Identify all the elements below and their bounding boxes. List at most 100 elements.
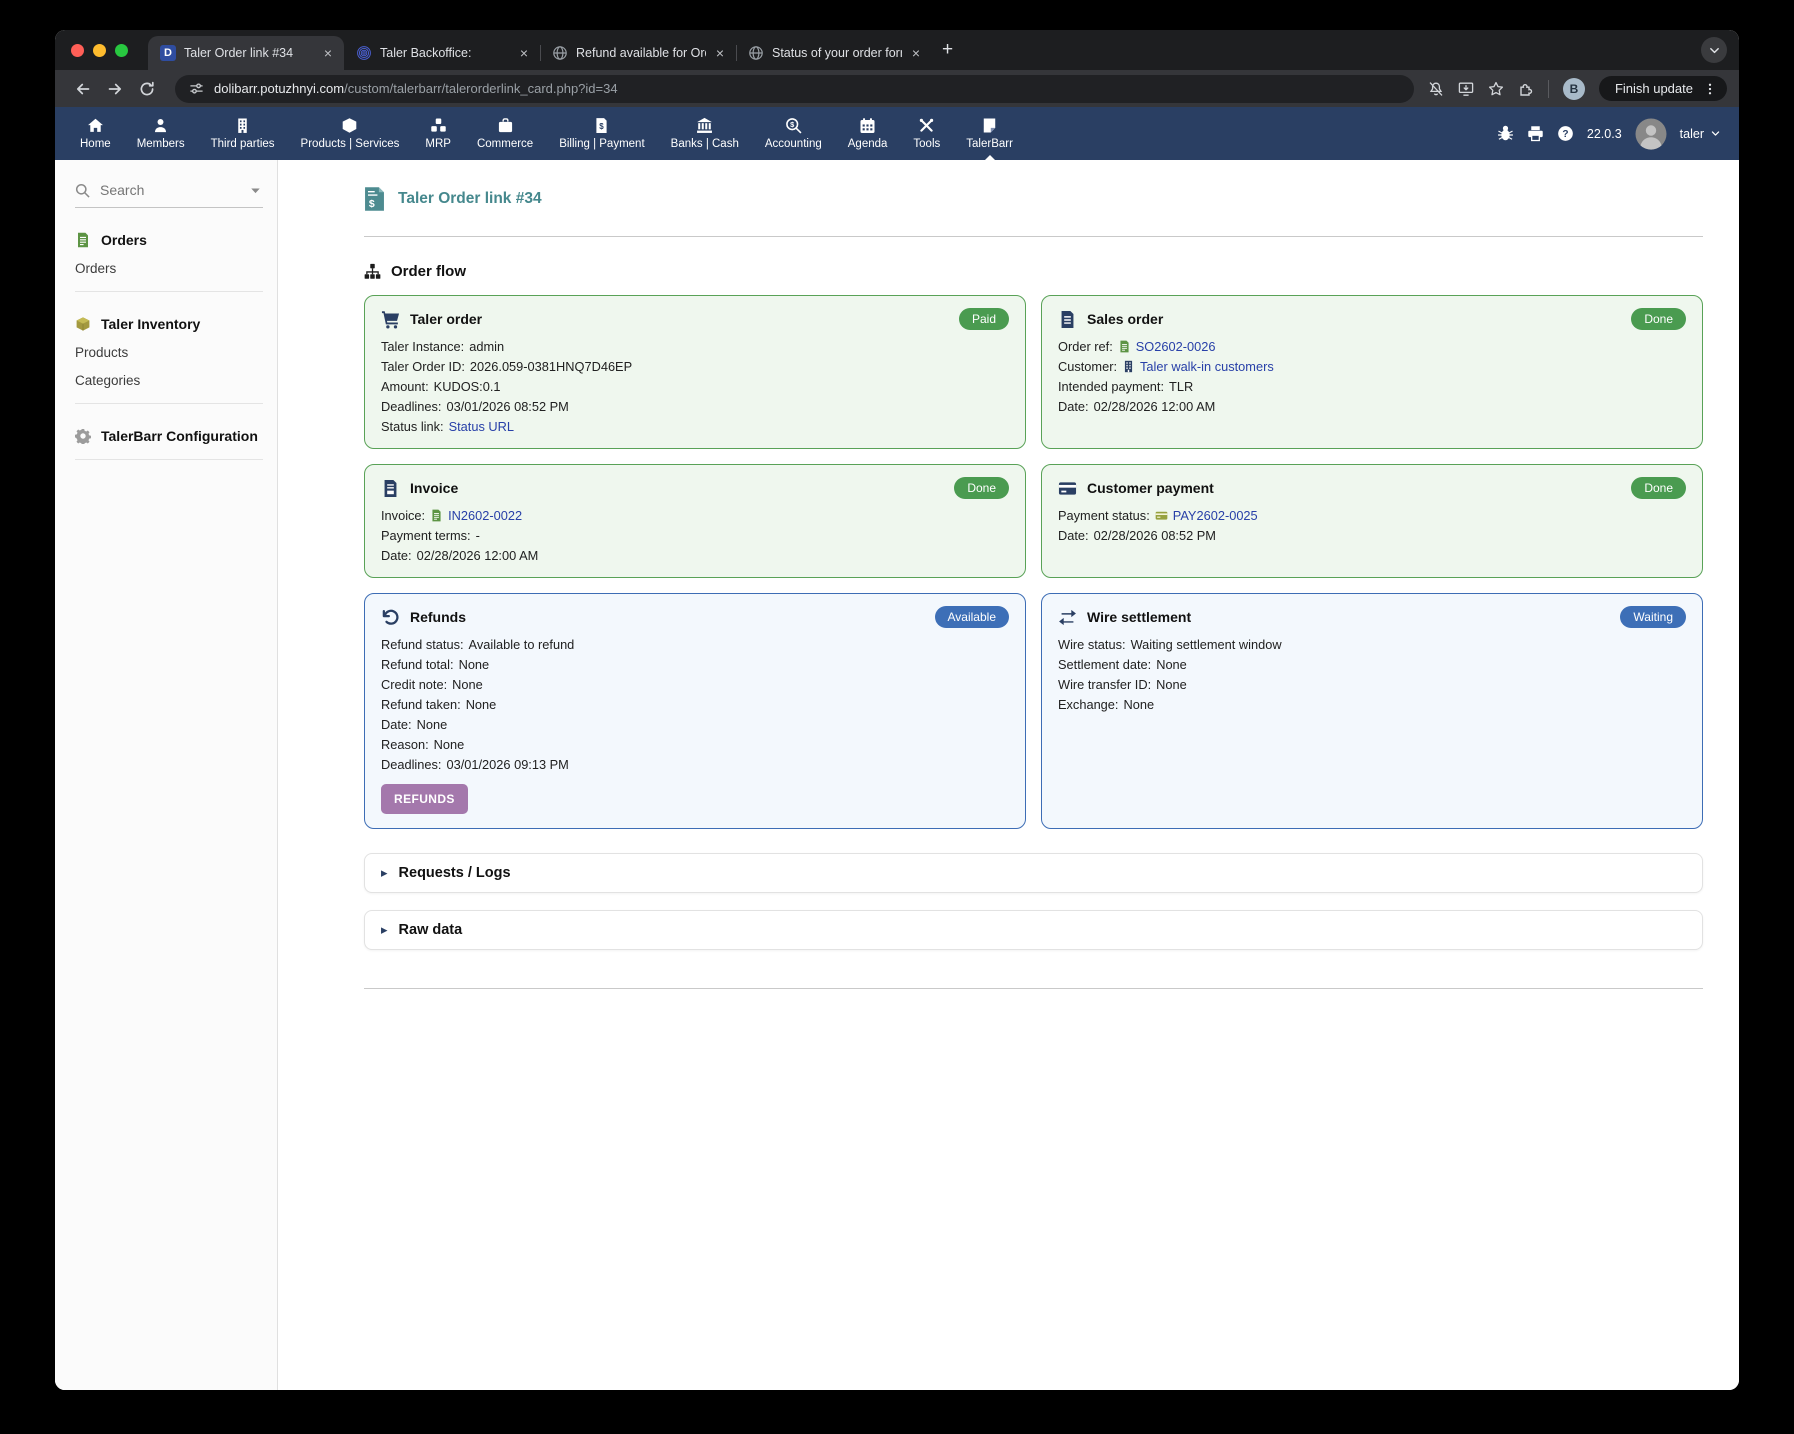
card-row: Reason: None xyxy=(381,737,1009,752)
caret-down-icon[interactable] xyxy=(248,183,263,198)
taler-favicon xyxy=(356,45,372,61)
row-value: KUDOS:0.1 xyxy=(433,379,501,394)
nav-item-tools[interactable]: Tools xyxy=(900,107,953,160)
bookmark-star-icon[interactable] xyxy=(1488,81,1504,97)
sidebar-item-products[interactable]: Products xyxy=(75,345,263,360)
profile-avatar[interactable]: B xyxy=(1562,77,1585,100)
browser-window: D Taler Order link #34 × Taler Backoffic… xyxy=(55,30,1739,1390)
help-icon[interactable]: ? xyxy=(1557,125,1574,142)
tab-close-icon[interactable]: × xyxy=(910,45,922,61)
notifications-blocked-icon[interactable] xyxy=(1428,81,1444,97)
install-app-icon[interactable] xyxy=(1458,81,1474,97)
tools-icon xyxy=(918,117,935,134)
card-row: Settlement date: None xyxy=(1058,657,1686,672)
nav-item-billing-payment[interactable]: $ Billing | Payment xyxy=(546,107,657,160)
row-label: Credit note: xyxy=(381,677,448,692)
link-taler-walk-in-customers[interactable]: Taler walk-in customers xyxy=(1140,359,1274,374)
divider xyxy=(75,403,263,404)
undo-icon xyxy=(381,608,400,627)
row-label: Date: xyxy=(381,717,412,732)
refunds-button[interactable]: REFUNDS xyxy=(381,784,468,814)
nav-item-mrp[interactable]: MRP xyxy=(412,107,464,160)
sidebar-item-orders[interactable]: Orders xyxy=(75,261,263,276)
link-pay2602-0025[interactable]: PAY2602-0025 xyxy=(1173,508,1258,523)
sidebar-section-talerbarr-configuration: TalerBarr Configuration xyxy=(75,428,263,460)
link-so2602-0026[interactable]: SO2602-0026 xyxy=(1136,339,1216,354)
card-row: Wire status: Waiting settlement window xyxy=(1058,637,1686,652)
triangle-right-icon: ▸ xyxy=(381,922,388,937)
row-value: TLR xyxy=(1169,379,1194,394)
row-value: 03/01/2026 08:52 PM xyxy=(446,399,569,414)
collapsible-requests-logs[interactable]: ▸ Requests / Logs xyxy=(364,853,1703,893)
nav-item-banks-cash[interactable]: Banks | Cash xyxy=(658,107,752,160)
dots-vertical-icon[interactable] xyxy=(1703,82,1717,96)
finish-update-button[interactable]: Finish update xyxy=(1598,76,1727,101)
minimize-button[interactable] xyxy=(93,43,106,57)
reload-button[interactable] xyxy=(133,75,161,103)
svg-text:$: $ xyxy=(369,198,375,210)
row-label: Refund total: xyxy=(381,657,454,672)
row-label: Settlement date: xyxy=(1058,657,1152,672)
cart-icon xyxy=(381,310,400,329)
link-in2602-0022[interactable]: IN2602-0022 xyxy=(448,508,522,523)
card-row: Payment status: PAY2602-0025 xyxy=(1058,508,1686,523)
nav-item-members[interactable]: Members xyxy=(124,107,198,160)
nav-menu: Home Members Third parties Products | Se… xyxy=(67,107,1026,160)
tab-refund-available-for-order-to[interactable]: Refund available for Order to × xyxy=(540,36,736,70)
card-row: Date: None xyxy=(381,717,1009,732)
nav-item-talerbarr[interactable]: TalerBarr xyxy=(953,107,1026,160)
nav-item-agenda[interactable]: Agenda xyxy=(835,107,901,160)
card-row: Payment terms: - xyxy=(381,528,1009,543)
row-label: Intended payment: xyxy=(1058,379,1165,394)
user-avatar[interactable] xyxy=(1635,118,1667,150)
row-label: Payment status: xyxy=(1058,508,1150,523)
close-button[interactable] xyxy=(71,43,84,57)
commerce-icon xyxy=(497,117,514,134)
forward-button[interactable] xyxy=(101,75,129,103)
tab-close-icon[interactable]: × xyxy=(714,45,726,61)
row-value: None xyxy=(1156,657,1187,672)
user-menu[interactable]: taler xyxy=(1680,127,1721,141)
tab-taler-order-link-34[interactable]: D Taler Order link #34 × xyxy=(148,36,344,70)
sidebar-section-orders: Orders Orders xyxy=(75,232,263,292)
link-status-url[interactable]: Status URL xyxy=(449,419,514,434)
maximize-button[interactable] xyxy=(115,43,128,57)
card-header: Sales order Done xyxy=(1058,308,1686,330)
tab-taler-backoffice[interactable]: Taler Backoffice: × xyxy=(344,36,540,70)
row-value: None xyxy=(433,737,465,752)
svg-text:$: $ xyxy=(790,120,795,129)
status-badge: Done xyxy=(1631,477,1686,499)
bug-icon[interactable] xyxy=(1497,125,1514,142)
nav-item-products-services[interactable]: Products | Services xyxy=(288,107,413,160)
row-label: Taler Order ID: xyxy=(381,359,465,374)
row-value: None xyxy=(416,717,448,732)
sidebar-item-categories[interactable]: Categories xyxy=(75,373,263,388)
row-label: Amount: xyxy=(381,379,429,394)
card-row: Date: 02/28/2026 08:52 PM xyxy=(1058,528,1686,543)
nav-item-commerce[interactable]: Commerce xyxy=(464,107,546,160)
tab-close-icon[interactable]: × xyxy=(322,45,334,61)
tab-search-button[interactable] xyxy=(1701,37,1727,63)
nav-item-third-parties[interactable]: Third parties xyxy=(198,107,288,160)
status-badge: Available xyxy=(934,606,1009,628)
address-bar[interactable]: dolibarr.potuzhnyi.com/custom/talerbarr/… xyxy=(175,74,1414,103)
agenda-icon xyxy=(859,117,876,134)
card-row: Order ref: SO2602-0026 xyxy=(1058,339,1686,354)
tab-status-of-your-order-forrefund[interactable]: Status of your order forrefund × xyxy=(736,36,932,70)
browser-toolbar: dolibarr.potuzhnyi.com/custom/talerbarr/… xyxy=(55,70,1739,107)
site-settings-icon[interactable] xyxy=(189,81,204,96)
back-arrow-icon xyxy=(75,81,91,97)
divider xyxy=(364,236,1703,237)
new-tab-button[interactable]: + xyxy=(942,39,953,61)
card-sales-order: Sales order Done Order ref: SO2602-0026 Cu… xyxy=(1041,295,1703,449)
nav-item-accounting[interactable]: $ Accounting xyxy=(752,107,835,160)
back-button[interactable] xyxy=(69,75,97,103)
extensions-puzzle-icon[interactable] xyxy=(1518,81,1534,97)
tab-close-icon[interactable]: × xyxy=(518,45,530,61)
search-input[interactable] xyxy=(100,182,238,198)
card-title: Customer payment xyxy=(1087,480,1214,496)
nav-item-home[interactable]: Home xyxy=(67,107,124,160)
collapsible-raw-data[interactable]: ▸ Raw data xyxy=(364,910,1703,950)
divider xyxy=(364,988,1703,989)
printer-icon[interactable] xyxy=(1527,125,1544,142)
